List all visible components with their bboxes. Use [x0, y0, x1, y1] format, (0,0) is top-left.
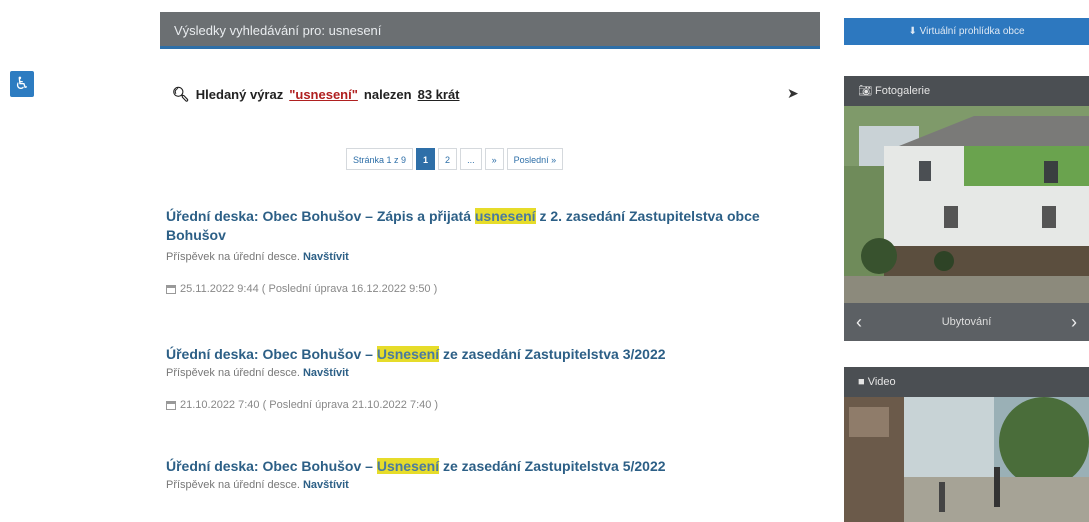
next-page-link[interactable]: »: [484, 148, 504, 170]
visit-link[interactable]: Navštívit: [303, 251, 349, 263]
page-2-link[interactable]: 2: [438, 148, 458, 170]
search-count: 83 krát: [417, 87, 460, 102]
search-summary: 🔍︎ Hledaný výraz "usnesení" nalezen 83 k…: [172, 86, 460, 103]
gallery-header: 📷︎ Fotogalerie: [844, 76, 1089, 106]
last-page-link[interactable]: Poslední »: [506, 148, 564, 170]
results-header: Výsledky vyhledávání pro: usnesení: [160, 12, 820, 49]
page-info: Stránka 1 z 9: [346, 148, 414, 170]
video-thumbnail[interactable]: [844, 397, 1089, 522]
chevron-right-icon[interactable]: ›: [1071, 312, 1077, 333]
chevron-left-icon[interactable]: ‹: [856, 312, 862, 333]
gallery-photo[interactable]: [844, 106, 1089, 303]
page-current[interactable]: 1: [416, 148, 436, 170]
search-icon: 🔍︎: [172, 86, 190, 102]
calendar-icon: [166, 284, 176, 294]
search-result: Úřední deska: Obec Bohušov – Usnesení ze…: [166, 457, 816, 491]
camera-icon: 📷︎: [858, 85, 872, 97]
result-title[interactable]: Úřední deska: Obec Bohušov – Usnesení ze…: [166, 457, 816, 476]
result-highlight: Usnesení: [376, 458, 440, 474]
result-meta: Příspěvek na úřední desce. Navštívit: [166, 367, 349, 379]
visit-link[interactable]: Navštívit: [303, 367, 349, 379]
search-term: "usnesení": [289, 87, 358, 102]
pagination: Stránka 1 z 9 1 2 ... » Poslední »: [346, 148, 564, 170]
accessibility-icon[interactable]: ♿: [10, 71, 34, 97]
page-ellipsis: ...: [460, 148, 482, 170]
result-meta: Příspěvek na úřední desce. Navštívit: [166, 251, 349, 263]
result-title[interactable]: Úřední deska: Obec Bohušov – Usnesení ze…: [166, 345, 816, 364]
search-result: Úřední deska: Obec Bohušov – Zápis a při…: [166, 207, 816, 295]
search-middle: nalezen: [363, 87, 412, 102]
search-prefix: Hledaný výraz: [195, 87, 284, 102]
house-photo: [844, 106, 1089, 303]
result-date: 25.11.2022 9:44 ( Poslední úprava 16.12.…: [166, 283, 816, 295]
street-photo: [844, 397, 1089, 522]
gallery-nav: ‹ Ubytování ›: [844, 303, 1089, 341]
video-header: ■ Video: [844, 367, 1089, 397]
mouse-cursor-icon: ➤: [787, 85, 799, 101]
calendar-icon: [166, 400, 176, 410]
result-highlight: usnesení: [474, 208, 536, 224]
video-camera-icon: ■: [858, 376, 865, 388]
result-title[interactable]: Úřední deska: Obec Bohušov – Zápis a při…: [166, 207, 816, 245]
download-icon: ⬇: [908, 26, 917, 37]
result-meta: Příspěvek na úřední desce. Navštívit: [166, 479, 349, 491]
search-result: Úřední deska: Obec Bohušov – Usnesení ze…: [166, 345, 816, 411]
result-date: 21.10.2022 7:40 ( Poslední úprava 21.10.…: [166, 399, 816, 411]
visit-link[interactable]: Navštívit: [303, 479, 349, 491]
gallery-caption: Ubytování: [941, 316, 992, 328]
virtual-tour-button[interactable]: ⬇ Virtuální prohlídka obce: [844, 18, 1089, 45]
result-highlight: Usnesení: [376, 346, 440, 362]
